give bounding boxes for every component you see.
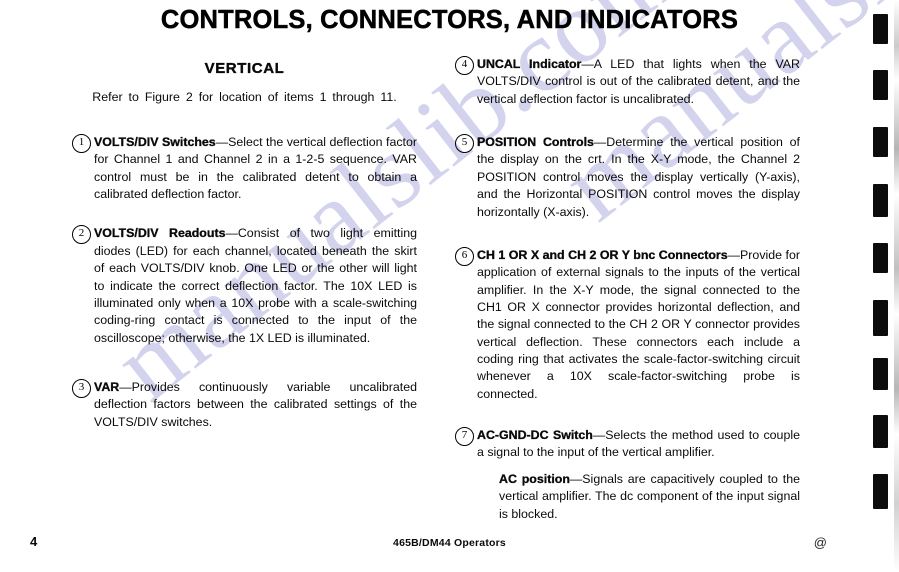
scanned-manual-page: manualslib.com manualslib.com CONTROLS, …	[0, 0, 899, 572]
binding-hole	[873, 474, 888, 509]
binding-hole	[873, 184, 888, 217]
list-item: 4 UNCAL Indicator—A LED that lights when…	[455, 56, 800, 108]
item-term: UNCAL Indicator	[477, 57, 582, 71]
binding-hole	[873, 358, 888, 390]
item-term: AC-GND-DC Switch	[477, 428, 593, 443]
list-item: 5 POSITION Controls—Determine the vertic…	[455, 134, 800, 221]
item-number-badge: 7	[455, 427, 474, 447]
footer-copyright-mark: @	[813, 535, 827, 550]
item-term: CH 1 OR X and CH 2 OR Y bnc Connectors	[477, 247, 728, 262]
binding-hole	[873, 70, 888, 100]
list-item: 3 VAR—Provides continuously variable unc…	[72, 378, 417, 431]
page-title: CONTROLS, CONNECTORS, AND INDICATORS	[160, 6, 739, 35]
item-term: VOLTS/DIV Switches	[94, 135, 216, 149]
footer-manual-name: 465B/DM44 Operators	[393, 537, 506, 549]
item-body: —Consist of two light emitting diodes (L…	[94, 226, 417, 345]
binding-hole	[873, 300, 888, 336]
sub-item: AC position—Signals are capacitively cou…	[477, 471, 800, 523]
item-term: VOLTS/DIV Readouts	[94, 226, 226, 241]
right-column: 4 UNCAL Indicator—A LED that lights when…	[455, 54, 800, 545]
item-term: VAR	[94, 379, 120, 394]
binding-hole	[873, 14, 888, 44]
binding-hole	[873, 243, 888, 273]
item-number-badge: 4	[455, 56, 474, 75]
item-body: —Provides continuously variable uncalibr…	[94, 379, 417, 429]
list-item: 1 VOLTS/DIV Switches—Select the vertical…	[72, 134, 417, 203]
list-item: 2 VOLTS/DIV Readouts—Consist of two ligh…	[72, 225, 417, 347]
list-item: 6 CH 1 OR X and CH 2 OR Y bnc Connectors…	[455, 246, 800, 403]
item-term: POSITION Controls	[477, 135, 594, 150]
item-number-badge: 5	[455, 134, 474, 154]
item-number-badge: 2	[72, 225, 91, 245]
item-number-badge: 6	[455, 246, 474, 266]
figure-reference-note: Refer to Figure 2 for location of items …	[92, 90, 397, 104]
binding-hole	[873, 127, 888, 157]
scan-edge-smudge	[894, 0, 899, 572]
sub-item-term: AC position	[499, 471, 570, 486]
section-heading-vertical: VERTICAL	[204, 60, 285, 77]
page-footer: 4 465B/DM44 Operators @	[0, 534, 899, 552]
item-number-badge: 1	[72, 134, 91, 153]
list-item: 7 AC-GND-DC Switch—Selects the method us…	[455, 427, 800, 523]
spiral-binding-edge	[859, 0, 899, 572]
binding-hole	[873, 415, 888, 448]
item-body: —Provide for application of external sig…	[477, 247, 800, 401]
item-number-badge: 3	[72, 378, 91, 398]
left-column: VERTICAL Refer to Figure 2 for location …	[72, 54, 417, 453]
